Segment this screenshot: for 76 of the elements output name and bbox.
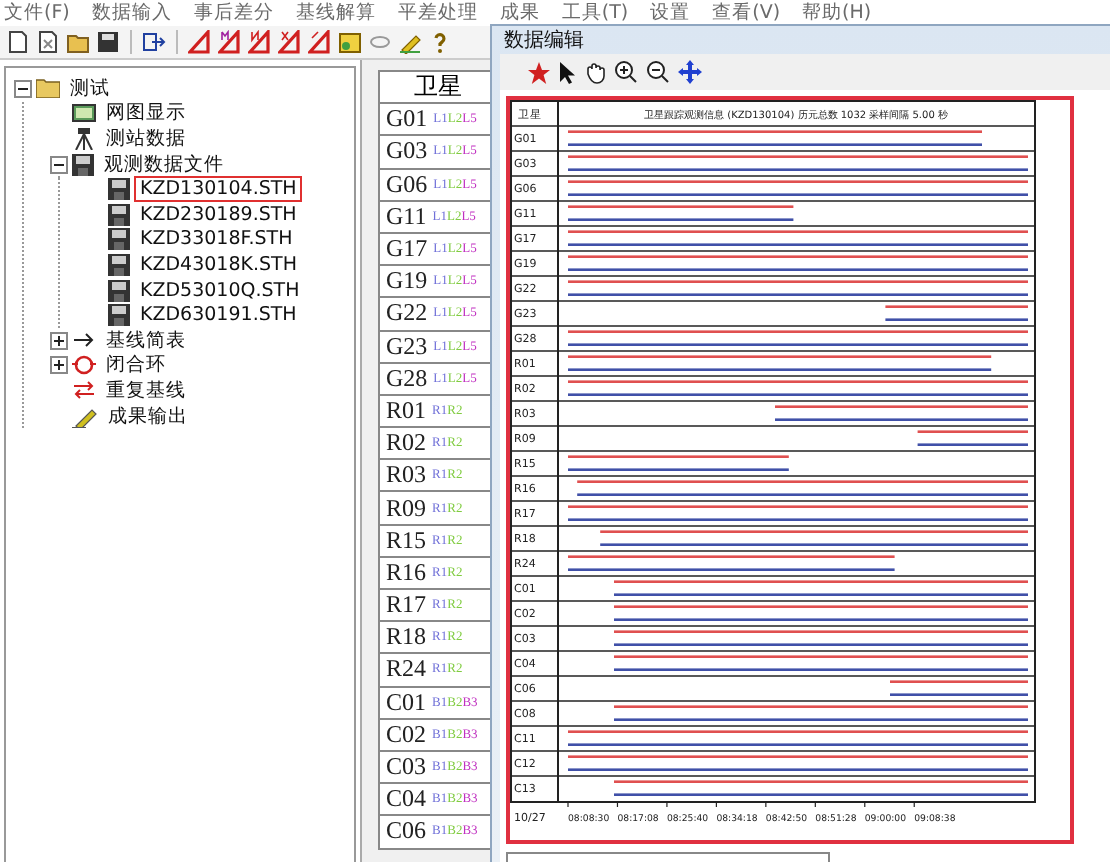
tripod-icon	[72, 127, 96, 150]
tree-item[interactable]: 网图显示	[100, 100, 192, 127]
tree-item[interactable]: KZD130104.STH	[134, 176, 303, 203]
menu-item[interactable]: 事后差分	[193, 1, 274, 25]
triangle-icon	[308, 30, 332, 54]
tree-item[interactable]: 成果输出	[102, 403, 194, 430]
menu-item[interactable]: 文件(F)	[4, 1, 70, 25]
loop-icon	[72, 354, 96, 377]
save-icon	[96, 30, 120, 54]
pointer-icon[interactable]	[558, 61, 576, 83]
star-icon[interactable]	[528, 61, 550, 83]
satellite-name: G17	[386, 234, 428, 265]
satellite-name: R18	[386, 622, 427, 653]
triangle-icon	[188, 30, 212, 54]
column-header: 卫星	[412, 70, 462, 105]
tree-item[interactable]: 基线简表	[100, 327, 192, 354]
double-arrow-icon	[72, 380, 96, 401]
triangle-icon	[248, 30, 272, 54]
ellipse-icon	[368, 30, 392, 54]
satellite-name: R09	[386, 493, 427, 524]
tree-item[interactable]: KZD43018K.STH	[134, 251, 304, 278]
menu-item[interactable]: 帮助(H)	[802, 1, 872, 25]
import-icon	[142, 30, 166, 54]
pen-icon	[72, 405, 98, 428]
satellite-name: G03	[386, 136, 428, 167]
menu-item[interactable]: 数据输入	[91, 1, 172, 25]
tree-item[interactable]: 闭合环	[100, 352, 172, 379]
satellite-name: R17	[386, 590, 427, 621]
menu-item[interactable]: 成果	[499, 1, 540, 25]
hand-icon[interactable]	[584, 61, 606, 83]
folder-icon	[66, 30, 90, 54]
dialog-title: 数据编辑	[504, 27, 584, 54]
zoom-in-icon[interactable]	[614, 60, 638, 84]
tree-item[interactable]: KZD33018F.STH	[134, 226, 299, 253]
tree-item[interactable]: 测试	[64, 75, 116, 102]
satellite-name: R03	[386, 460, 427, 491]
triangle-icon	[278, 30, 302, 54]
zoom-out-icon[interactable]	[646, 60, 670, 84]
tree-item[interactable]: KZD230189.STH	[134, 201, 303, 228]
menu-item[interactable]: 工具(T)	[561, 1, 629, 25]
satellite-name: C06	[386, 816, 427, 847]
satellite-name: R24	[386, 654, 427, 685]
triangle-icon	[218, 30, 242, 54]
satellite-name: G19	[386, 266, 428, 297]
menu-item[interactable]: 基线解算	[295, 1, 376, 25]
satellite-name: R01	[386, 395, 427, 426]
satellite-name: C04	[386, 784, 427, 815]
tree-item[interactable]: KZD53010Q.STH	[134, 277, 306, 304]
satellite-name: R16	[386, 557, 427, 588]
satellite-name: C03	[386, 752, 427, 783]
satellite-name: C01	[386, 687, 427, 718]
pencil-icon	[398, 30, 422, 54]
tree-item[interactable]: 重复基线	[100, 377, 192, 404]
menu-item[interactable]: 查看(V)	[712, 1, 781, 25]
tree-item[interactable]: KZD630191.STH	[134, 302, 303, 329]
move-icon[interactable]	[678, 60, 702, 84]
satellite-name: G01	[386, 104, 428, 135]
folder-icon	[36, 78, 60, 99]
collapse-icon[interactable]	[14, 79, 32, 98]
arrow-icon	[72, 332, 96, 349]
expand-icon[interactable]	[50, 331, 68, 350]
satellite-name: G11	[386, 201, 427, 232]
satellite-name: R15	[386, 525, 427, 556]
satellite-name: G28	[386, 363, 428, 394]
satellite-name: G22	[386, 298, 428, 329]
satellite-name: R02	[386, 428, 427, 459]
monitor-icon	[72, 103, 96, 124]
collapse-icon[interactable]	[50, 155, 68, 174]
satellite-name: G06	[386, 169, 428, 200]
tree-item[interactable]: 测站数据	[100, 125, 192, 152]
menu-item[interactable]: 平差处理	[397, 1, 478, 25]
expand-icon[interactable]	[50, 356, 68, 375]
menu-item[interactable]: 设置	[650, 1, 691, 25]
tree-item[interactable]: 观测数据文件	[98, 151, 230, 178]
satellite-name: C02	[386, 719, 427, 750]
satellite-name: G23	[386, 331, 428, 362]
